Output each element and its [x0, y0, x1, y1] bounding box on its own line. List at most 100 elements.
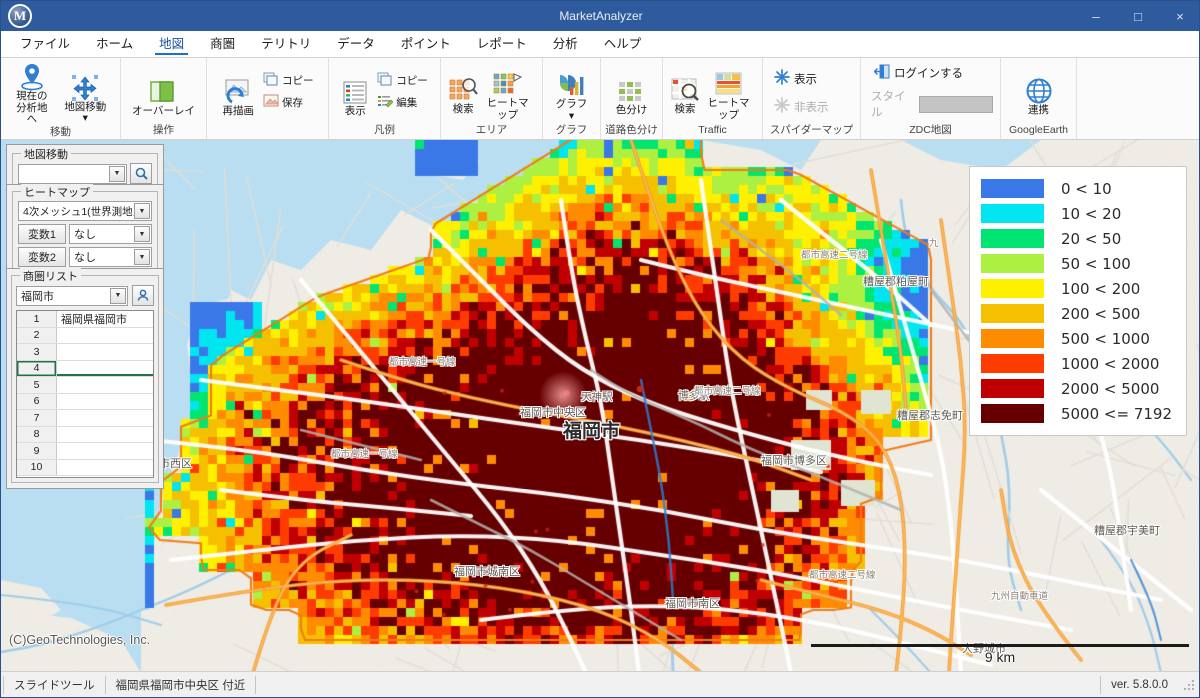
trade-area-row-number: 7	[17, 410, 57, 426]
road-color-icon	[617, 75, 647, 105]
ribbon-group-operation: オーバーレイ 操作	[121, 58, 207, 139]
zdc-style-select[interactable]	[918, 95, 993, 113]
traffic-heatmap-button[interactable]: ヒートマップ	[702, 66, 755, 121]
trade-area-row-number: 3	[17, 344, 57, 360]
save-map-button[interactable]: 保存	[260, 92, 317, 113]
heatmap-var1-select[interactable]: なし ▼	[69, 224, 152, 244]
trade-area-row[interactable]: 10	[17, 459, 153, 476]
legend-edit-label: 編集	[396, 97, 418, 109]
map-scale-bar: 9 km	[811, 644, 1189, 665]
overlay-button[interactable]: オーバーレイ	[128, 74, 199, 118]
menu-item-territory[interactable]: テリトリ	[248, 30, 324, 57]
legend-row: 200 < 500	[980, 301, 1172, 326]
goto-current-analysis-area-line1: 現在の	[16, 90, 48, 102]
legend-label: 100 < 200	[1060, 279, 1141, 298]
trade-area-row[interactable]: 2	[17, 327, 153, 344]
menu-item-point[interactable]: ポイント	[388, 30, 464, 57]
legend-label: 20 < 50	[1060, 229, 1122, 248]
legend-list-icon	[342, 76, 368, 106]
trade-area-row[interactable]: 4	[17, 360, 153, 377]
trade-area-row[interactable]: 3	[17, 344, 153, 361]
chevron-down-icon[interactable]: ▼	[134, 203, 150, 219]
area-search-button[interactable]: 検索	[448, 72, 478, 116]
spider-show-button[interactable]: 表示	[770, 65, 832, 92]
googleearth-link-label: 連携	[1028, 103, 1049, 116]
legend-show-button[interactable]: 表示	[338, 74, 372, 118]
trade-area-row-value	[57, 328, 153, 344]
heatmap-panel: ヒートマップ 4次メッシュ1(世界測地系) ▼ 変数1 なし ▼ 変数2 なし	[6, 184, 164, 279]
ribbon-group-operation-title: 操作	[153, 124, 174, 136]
menu-item-data[interactable]: データ	[324, 30, 388, 57]
trade-area-fieldset: 商圏リスト 福岡市 ▼ 1 福岡県福岡市 2 3 4 5 6 7 8 9 10	[11, 268, 159, 483]
map-move-search-button[interactable]	[130, 163, 152, 184]
trade-area-list[interactable]: 1 福岡県福岡市 2 3 4 5 6 7 8 9 10	[16, 310, 154, 478]
traffic-search-button[interactable]: 検索	[670, 72, 700, 116]
legend-row: 2000 < 5000	[980, 376, 1172, 401]
legend-edit-button[interactable]: 編集	[374, 92, 431, 113]
legend-copy-button[interactable]: コピー	[374, 70, 431, 91]
legend-swatch	[980, 329, 1044, 348]
resize-grip-icon[interactable]	[1184, 677, 1198, 692]
trade-area-row[interactable]: 8	[17, 426, 153, 443]
menu-item-trade-area[interactable]: 商圏	[197, 30, 248, 57]
copy-map-button[interactable]: コピー	[260, 70, 317, 91]
chevron-down-icon[interactable]: ▼	[109, 165, 125, 182]
graph-button[interactable]: グラフ ▾	[550, 67, 593, 122]
chevron-down-icon[interactable]: ▼	[110, 287, 126, 304]
trade-area-row-number: 6	[17, 393, 57, 409]
area-search-icon	[448, 74, 478, 104]
window-title: MarketAnalyzer	[559, 9, 643, 23]
chevron-down-icon[interactable]: ▼	[134, 249, 150, 265]
ribbon-toolbar: 現在の 分析地へ 地図移動 ▾ 移動 オーバーレイ 操作 再描画 コピー 保存 …	[1, 58, 1199, 140]
menu-item-report[interactable]: レポート	[464, 30, 540, 57]
heatmap-var2-select[interactable]: なし ▼	[69, 247, 152, 267]
trade-area-row[interactable]: 5	[17, 377, 153, 394]
globe-icon	[1025, 75, 1053, 105]
legend-swatch	[980, 354, 1044, 373]
heatmap-mesh-value: 4次メッシュ1(世界測地系)	[23, 205, 147, 218]
spider-hide-button[interactable]: 非表示	[770, 93, 832, 120]
map-canvas-area[interactable]: 福岡市 福岡市中央区 天神駅 博多駅 福岡市博多区 福岡市城南区 福岡市南区 市西区 糟屋郡粕屋…	[1, 140, 1199, 673]
trade-area-row[interactable]: 7	[17, 410, 153, 427]
area-heatmap-button[interactable]: ヒートマップ	[480, 66, 535, 121]
trade-area-row-number: 5	[17, 377, 57, 393]
heatmap-var2-button[interactable]: 変数2	[18, 247, 66, 267]
map-move-button[interactable]: 地図移動 ▾	[58, 70, 113, 125]
map-move-input[interactable]: ▼	[18, 163, 127, 184]
trade-area-row-value	[57, 410, 153, 426]
legend-swatch	[980, 179, 1044, 198]
edit-icon	[377, 93, 394, 112]
legend-label: 0 < 10	[1060, 179, 1112, 198]
menu-item-analysis[interactable]: 分析	[540, 30, 591, 57]
trade-area-title: 商圏リスト	[20, 268, 81, 284]
googleearth-link-button[interactable]: 連携	[1021, 73, 1057, 117]
menu-item-help[interactable]: ヘルプ	[591, 30, 655, 57]
heatmap-var1-button[interactable]: 変数1	[18, 224, 66, 244]
spider-hide-icon	[773, 96, 791, 117]
goto-current-analysis-area-button[interactable]: 現在の 分析地へ	[8, 59, 56, 126]
trade-area-person-button[interactable]	[132, 285, 154, 306]
trade-area-row[interactable]: 1 福岡県福岡市	[17, 311, 153, 328]
spider-hide-label: 非表示	[794, 101, 829, 114]
redraw-button[interactable]: 再描画	[219, 74, 259, 118]
trade-area-row[interactable]: 6	[17, 393, 153, 410]
status-right: ver. 5.8.0.0	[1100, 675, 1199, 694]
trade-area-select[interactable]: 福岡市 ▼	[16, 285, 128, 306]
legend-row: 5000 <= 7192	[980, 401, 1172, 426]
heatmap-mesh-select[interactable]: 4次メッシュ1(世界測地系) ▼	[18, 201, 152, 221]
road-color-button[interactable]: 色分け	[612, 73, 652, 117]
menu-item-map[interactable]: 地図	[146, 30, 197, 57]
ribbon-group-legend: 表示 コピー 編集 凡例	[329, 58, 441, 139]
ribbon-group-redraw-title	[211, 124, 324, 139]
trade-area-row[interactable]: 9	[17, 443, 153, 460]
chevron-down-icon[interactable]: ▼	[134, 226, 150, 242]
scale-bar-line	[811, 644, 1189, 647]
menu-item-home[interactable]: ホーム	[83, 30, 146, 57]
ribbon-group-area: 検索 ヒートマップ エリア	[441, 58, 543, 139]
minimize-icon[interactable]: –	[1075, 1, 1117, 31]
zdc-login-button[interactable]: ログインする	[871, 63, 966, 83]
close-icon[interactable]: ×	[1159, 1, 1199, 31]
menu-item-file[interactable]: ファイル	[7, 30, 83, 57]
maximize-icon[interactable]: □	[1117, 1, 1159, 31]
ribbon-group-spidermap: 表示 非表示 スパイダーマップ	[763, 58, 861, 139]
